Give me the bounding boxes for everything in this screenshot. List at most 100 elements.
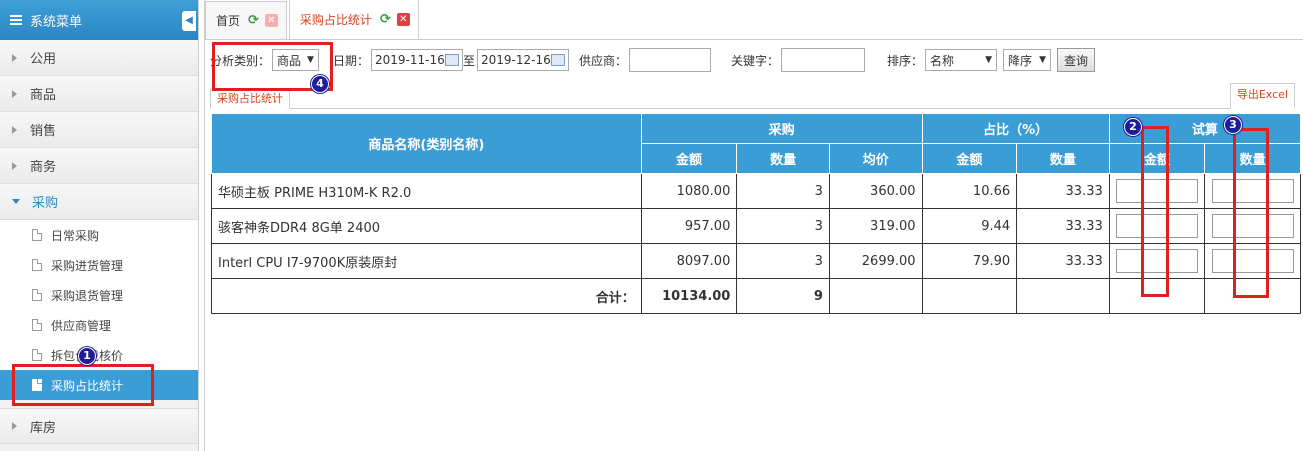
sort-field-select[interactable]: 名称 ▼ <box>925 49 998 71</box>
highlight-box-calc-qty <box>1233 128 1269 298</box>
marker-2: 2 <box>1124 118 1142 136</box>
sidebar-group-sales[interactable]: 销售 <box>0 112 198 148</box>
date-from-value: 2019-11-16 <box>374 53 445 67</box>
close-icon[interactable]: ✕ <box>396 13 410 26</box>
total-amount: 10134.00 <box>640 278 738 314</box>
cell-name: Interl CPU I7-9700K原装原封 <box>211 243 642 279</box>
document-icon <box>32 289 42 301</box>
supplier-input[interactable] <box>629 48 711 72</box>
sidebar-item-label: 日常采购 <box>51 228 100 243</box>
sidebar-item-purchase-in[interactable]: 采购进货管理 <box>0 250 198 280</box>
calendar-icon[interactable] <box>444 54 459 66</box>
marker-3: 3 <box>1224 116 1242 134</box>
sidebar-title: 系统菜单 <box>30 14 83 30</box>
cell-amount: 957.00 <box>640 208 738 244</box>
dropdown-caret-icon: ▼ <box>1039 55 1047 65</box>
empty-cell <box>921 278 1018 314</box>
date-label: 日期： <box>332 53 369 68</box>
header-purchase-qty: 数量 <box>736 143 830 174</box>
sidebar-item-supplier[interactable]: 供应商管理 <box>0 310 198 340</box>
refresh-icon[interactable]: ⟳ <box>380 12 391 27</box>
export-excel-button[interactable]: 导出Excel <box>1229 83 1295 109</box>
sort-order-select[interactable]: 降序 ▼ <box>1003 49 1052 71</box>
sidebar-item-label: 供应商管理 <box>51 318 112 333</box>
dropdown-caret-icon: ▼ <box>985 55 993 65</box>
supplier-label: 供应商： <box>578 53 627 68</box>
cell-qty: 3 <box>736 208 830 244</box>
date-to-value: 2019-12-16 <box>480 53 551 67</box>
collapse-sidebar-icon[interactable]: ◀ <box>182 11 196 31</box>
sort-label: 排序： <box>887 53 924 68</box>
tab-home[interactable]: 首页 ⟳ ✕ <box>205 1 287 39</box>
keyword-label: 关键字： <box>731 53 780 68</box>
marker-1: 1 <box>78 347 96 365</box>
menu-icon <box>10 15 22 25</box>
document-icon <box>32 259 42 271</box>
chevron-right-icon <box>12 53 17 62</box>
close-icon[interactable]: ✕ <box>264 14 278 27</box>
table-row: Interl CPU I7-9700K原装原封 8097.00 3 2699.0… <box>211 243 1301 279</box>
cell-ratio-qty: 33.33 <box>1016 173 1110 209</box>
cell-ratio-amount: 10.66 <box>921 173 1018 209</box>
to-label: 至 <box>462 53 475 68</box>
chevron-right-icon <box>12 422 17 430</box>
sidebar-item-purchase-return[interactable]: 采购退货管理 <box>0 280 198 310</box>
date-to-field[interactable]: 2019-12-16 <box>476 49 569 71</box>
document-icon <box>32 229 42 241</box>
sidebar-group-label: 公用 <box>30 52 57 67</box>
refresh-icon[interactable]: ⟳ <box>248 13 259 28</box>
tab-label: 首页 <box>216 14 241 28</box>
sidebar-group-label: 库房 <box>30 420 57 436</box>
highlight-box-sidebar <box>12 364 154 406</box>
highlight-box-calc-amount <box>1141 126 1169 297</box>
marker-4: 4 <box>311 75 329 93</box>
sidebar-group-purchase[interactable]: 采购 <box>0 184 198 220</box>
cell-avg: 2699.00 <box>828 243 923 279</box>
filter-toolbar: 分析类别： 商品 ▼ 日期： 2019-11-16 至 2019-12-16 供应… <box>210 45 1303 75</box>
header-ratio: 占比（%） <box>921 113 1110 144</box>
calendar-icon[interactable] <box>550 54 565 66</box>
sidebar-group-business[interactable]: 商务 <box>0 148 198 184</box>
chevron-down-icon <box>12 199 20 204</box>
sidebar-item-daily-purchase[interactable]: 日常采购 <box>0 220 198 250</box>
cell-qty: 3 <box>736 243 830 279</box>
header-purchase-amount: 金额 <box>640 143 738 174</box>
date-from-field[interactable]: 2019-11-16 <box>370 49 463 71</box>
keyword-input[interactable] <box>781 48 866 72</box>
header-purchase-avg: 均价 <box>828 143 923 174</box>
cell-name: 骇客神条DDR4 8G单 2400 <box>211 208 642 244</box>
sort-field-value: 名称 <box>930 53 955 68</box>
header-ratio-qty: 数量 <box>1016 143 1110 174</box>
header-name: 商品名称(类别名称) <box>211 113 642 174</box>
empty-cell <box>828 278 923 314</box>
sidebar-item-label: 采购进货管理 <box>51 258 124 273</box>
cell-qty: 3 <box>736 173 830 209</box>
header-ratio-amount: 金额 <box>921 143 1018 174</box>
table-row: 骇客神条DDR4 8G单 2400 957.00 3 319.00 9.44 3… <box>211 208 1301 244</box>
tab-purchase-ratio[interactable]: 采购占比统计 ⟳ ✕ <box>288 0 419 39</box>
cell-amount: 1080.00 <box>640 173 738 209</box>
result-subtabs: 采购占比统计 导出Excel <box>210 83 1295 109</box>
sidebar-group-label: 商品 <box>30 88 57 103</box>
cell-avg: 360.00 <box>828 173 923 209</box>
cell-ratio-qty: 33.33 <box>1016 208 1110 244</box>
chevron-right-icon <box>12 89 17 98</box>
query-button[interactable]: 查询 <box>1057 48 1096 72</box>
document-icon <box>32 349 42 361</box>
total-row: 合计： 10134.00 9 <box>211 278 1301 314</box>
sidebar-group-warehouse[interactable]: 库房 <box>0 408 198 444</box>
sidebar-group-label: 采购 <box>32 196 59 211</box>
sidebar-group-goods[interactable]: 商品 <box>0 76 198 112</box>
chevron-right-icon <box>12 125 17 134</box>
table-row: 华硕主板 PRIME H310M-K R2.0 1080.00 3 360.00… <box>211 173 1301 209</box>
sidebar-item-label: 采购退货管理 <box>51 288 124 303</box>
sidebar-group-label: 销售 <box>30 124 57 139</box>
cell-ratio-amount: 79.90 <box>921 243 1018 279</box>
cell-avg: 319.00 <box>828 208 923 244</box>
tab-bar: 首页 ⟳ ✕ 采购占比统计 ⟳ ✕ <box>205 0 1303 40</box>
cell-ratio-amount: 9.44 <box>921 208 1018 244</box>
subtab-purchase-ratio[interactable]: 采购占比统计 <box>210 89 290 109</box>
cell-ratio-qty: 33.33 <box>1016 243 1110 279</box>
sidebar-group-common[interactable]: 公用 <box>0 40 198 76</box>
total-label: 合计： <box>211 278 642 314</box>
